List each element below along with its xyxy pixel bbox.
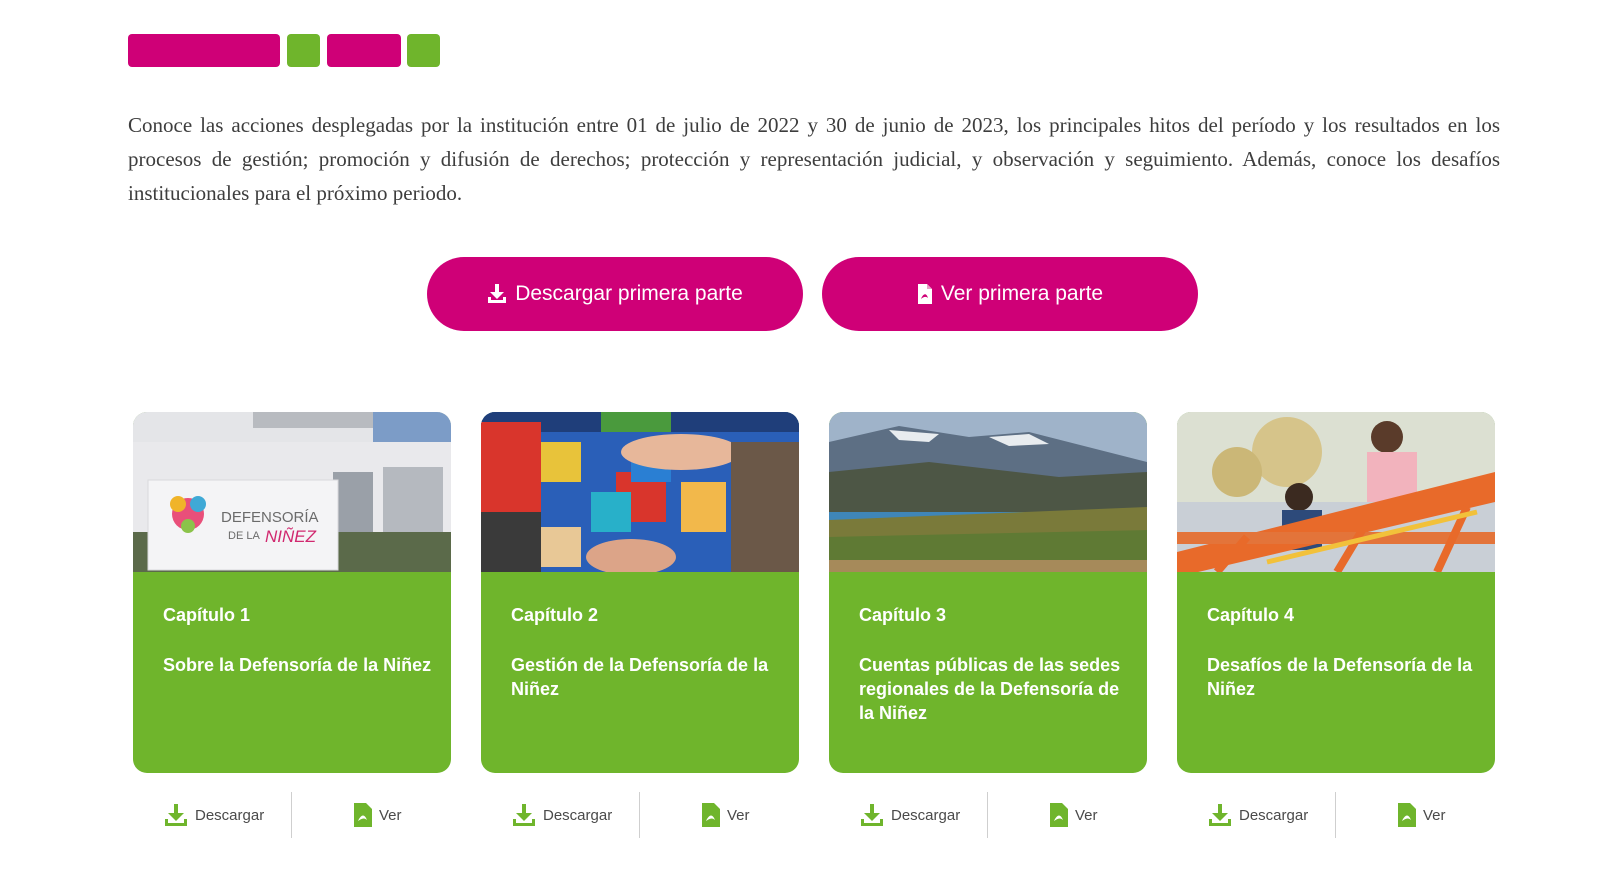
download-first-part-label: Descargar primera parte <box>515 282 743 305</box>
card-title: Gestión de la Defensoría de la Niñez <box>511 655 769 699</box>
view-label: Ver <box>379 806 402 824</box>
card-actions-4: Descargar Ver <box>1177 792 1495 838</box>
pdf-icon <box>702 803 720 827</box>
action-divider <box>291 792 292 838</box>
card-image-building: DEFENSORÍA DE LA NIÑEZ <box>133 412 451 572</box>
card-chapter-label: Capítulo 1 <box>163 605 251 625</box>
card-title: Cuentas públicas de las sedes regionales… <box>859 655 1121 723</box>
download-icon <box>513 804 535 826</box>
card-view-link[interactable]: Ver <box>1049 802 1098 828</box>
view-label: Ver <box>1075 806 1098 824</box>
card-chapter-label: Capítulo 4 <box>1207 605 1295 625</box>
chapter-card-1[interactable]: DEFENSORÍA DE LA NIÑEZ Capítulo 1 Sobre … <box>133 412 451 773</box>
card-download-link[interactable]: Descargar <box>163 802 264 828</box>
decorative-green-block-1 <box>287 34 320 67</box>
download-label: Descargar <box>195 806 265 824</box>
card-title: Sobre la Defensoría de la Niñez <box>163 655 432 675</box>
download-label: Descargar <box>543 806 613 824</box>
logo-text-defensoria: DEFENSORÍA <box>221 509 319 526</box>
download-icon <box>165 804 187 826</box>
card-actions-3: Descargar Ver <box>829 792 1147 838</box>
card-download-link[interactable]: Descargar <box>511 802 612 828</box>
download-icon <box>488 284 507 303</box>
chapter-card-4[interactable]: Capítulo 4 Desafíos de la Defensoría de … <box>1177 412 1495 773</box>
card-view-link[interactable]: Ver <box>1397 802 1446 828</box>
decorative-green-block-2 <box>407 34 440 67</box>
download-label: Descargar <box>1239 806 1309 824</box>
card-actions-1: Descargar Ver <box>133 792 451 838</box>
decorative-pink-block-1 <box>128 34 280 67</box>
pdf-icon <box>1050 803 1068 827</box>
pdf-icon <box>1398 803 1416 827</box>
pdf-icon <box>354 803 372 827</box>
card-download-link[interactable]: Descargar <box>859 802 960 828</box>
intro-paragraph: Conoce las acciones desplegadas por la i… <box>128 113 1500 205</box>
view-label: Ver <box>727 806 750 824</box>
card-download-link[interactable]: Descargar <box>1207 802 1308 828</box>
logo-text-ninez: NIÑEZ <box>265 527 317 546</box>
logo-text-de-la: DE LA <box>228 530 260 542</box>
download-label: Descargar <box>891 806 961 824</box>
action-divider <box>987 792 988 838</box>
card-actions-2: Descargar Ver <box>481 792 799 838</box>
view-first-part-button[interactable]: Ver primera parte <box>822 257 1198 331</box>
card-image-children-playground <box>1177 412 1495 572</box>
pdf-icon <box>917 284 932 304</box>
card-title: Desafíos de la Defensoría de la Niñez <box>1207 655 1473 699</box>
card-chapter-label: Capítulo 3 <box>859 605 947 625</box>
card-image-toy-blocks <box>481 412 799 572</box>
download-icon <box>861 804 883 826</box>
card-chapter-label: Capítulo 2 <box>511 605 599 625</box>
decorative-pink-block-2 <box>327 34 401 67</box>
view-label: Ver <box>1423 806 1446 824</box>
card-view-link[interactable]: Ver <box>353 802 402 828</box>
download-first-part-button[interactable]: Descargar primera parte <box>427 257 803 331</box>
action-divider <box>1335 792 1336 838</box>
action-divider <box>639 792 640 838</box>
chapter-card-3[interactable]: Capítulo 3 Cuentas públicas de las sedes… <box>829 412 1147 773</box>
chapter-card-2[interactable]: Capítulo 2 Gestión de la Defensoría de l… <box>481 412 799 773</box>
download-icon <box>1209 804 1231 826</box>
view-first-part-label: Ver primera parte <box>940 282 1104 305</box>
card-view-link[interactable]: Ver <box>701 802 750 828</box>
card-image-landscape <box>829 412 1147 572</box>
